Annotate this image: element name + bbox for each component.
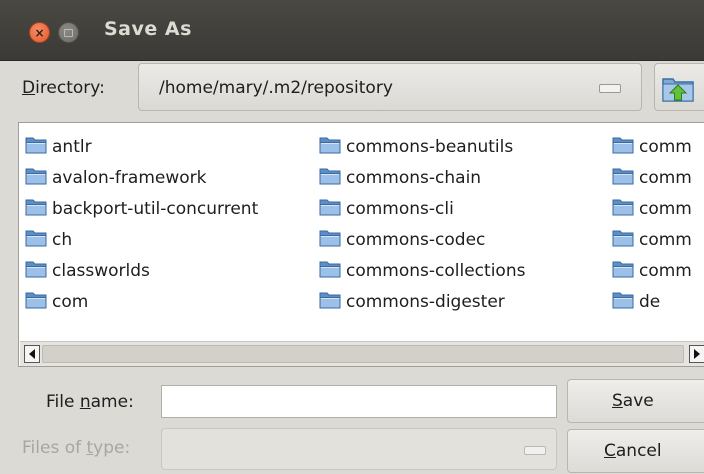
directory-combobox[interactable]: /home/mary/.m2/repository (138, 63, 642, 111)
list-item[interactable]: commons-chain (319, 162, 525, 193)
cancel-button[interactable]: Cancel (567, 429, 704, 473)
file-name-text: antlr (52, 136, 92, 157)
folder-icon (612, 260, 634, 283)
list-item[interactable]: commons-collections (319, 255, 525, 286)
list-item[interactable]: avalon-framework (25, 162, 258, 193)
folder-icon (319, 198, 341, 221)
list-item[interactable]: commons-beanutils (319, 131, 525, 162)
file-name-text: classworlds (52, 260, 150, 281)
folder-icon (25, 291, 47, 314)
window-title: Save As (104, 18, 192, 40)
up-folder-button[interactable] (654, 63, 704, 111)
file-column-2: commons-beanutils commons-chain commons-cl… (319, 131, 525, 317)
file-name-text: avalon-framework (52, 167, 207, 188)
file-column-1: antlr avalon-framework backport-util-concu… (25, 131, 258, 317)
combo-handle-icon (599, 84, 621, 93)
folder-icon (319, 229, 341, 252)
list-item[interactable]: com (25, 286, 258, 317)
folder-icon (612, 136, 634, 159)
save-button[interactable]: Save (567, 379, 704, 423)
folder-icon (25, 260, 47, 283)
list-item[interactable]: classworlds (25, 255, 258, 286)
list-item[interactable]: comm (612, 162, 692, 193)
list-item[interactable]: commons-cli (319, 193, 525, 224)
folder-icon (25, 198, 47, 221)
file-name-text: comm (639, 260, 692, 281)
folder-icon (319, 167, 341, 190)
scrollbar-thumb[interactable] (42, 345, 684, 363)
file-name-text: commons-beanutils (346, 136, 514, 157)
folder-icon (25, 167, 47, 190)
folder-icon (319, 291, 341, 314)
list-item[interactable]: comm (612, 224, 692, 255)
file-name-text: backport-util-concurrent (52, 198, 259, 219)
folder-icon (612, 198, 634, 221)
list-item[interactable]: comm (612, 131, 692, 162)
folder-icon (25, 229, 47, 252)
minimize-icon[interactable] (58, 22, 79, 43)
scroll-right-arrow-icon[interactable] (689, 345, 704, 363)
directory-path: /home/mary/.m2/repository (159, 78, 393, 98)
folder-icon (612, 167, 634, 190)
file-name-text: ch (52, 229, 73, 250)
file-name-text: comm (639, 167, 692, 188)
directory-label: Directory: (22, 78, 105, 98)
list-item[interactable]: commons-codec (319, 224, 525, 255)
file-name-label: File name: (46, 392, 134, 412)
list-item[interactable]: comm (612, 193, 692, 224)
file-name-text: comm (639, 229, 692, 250)
list-item[interactable]: commons-digester (319, 286, 525, 317)
horizontal-scrollbar[interactable] (20, 341, 704, 366)
files-of-type-combobox (161, 428, 557, 470)
file-name-text: comm (639, 198, 692, 219)
files-of-type-label: Files of type: (22, 438, 131, 458)
close-glyph: × (34, 25, 45, 40)
file-name-text: comm (639, 136, 692, 157)
folder-icon (319, 260, 341, 283)
list-item[interactable]: antlr (25, 131, 258, 162)
scroll-left-arrow-icon[interactable] (24, 345, 40, 363)
file-name-text: com (52, 291, 89, 312)
file-list[interactable]: antlr avalon-framework backport-util-concu… (18, 122, 704, 367)
list-item[interactable]: de (612, 286, 692, 317)
list-item[interactable]: comm (612, 255, 692, 286)
list-item[interactable]: backport-util-concurrent (25, 193, 258, 224)
folder-icon (612, 291, 634, 314)
folder-icon (612, 229, 634, 252)
folder-icon (319, 136, 341, 159)
file-name-text: commons-collections (346, 260, 526, 281)
list-item[interactable]: ch (25, 224, 258, 255)
folder-icon (25, 136, 47, 159)
file-name-input[interactable] (161, 385, 557, 418)
combo-handle-icon (524, 446, 546, 455)
folder-up-icon (662, 78, 694, 102)
file-column-3: comm comm comm comm comm de (612, 131, 692, 317)
file-name-text: commons-codec (346, 229, 486, 250)
file-name-text: de (639, 291, 661, 312)
file-name-text: commons-cli (346, 198, 454, 219)
file-name-text: commons-digester (346, 291, 505, 312)
file-name-text: commons-chain (346, 167, 482, 188)
close-icon[interactable]: × (29, 22, 50, 43)
title-bar: × Save As (0, 0, 704, 61)
